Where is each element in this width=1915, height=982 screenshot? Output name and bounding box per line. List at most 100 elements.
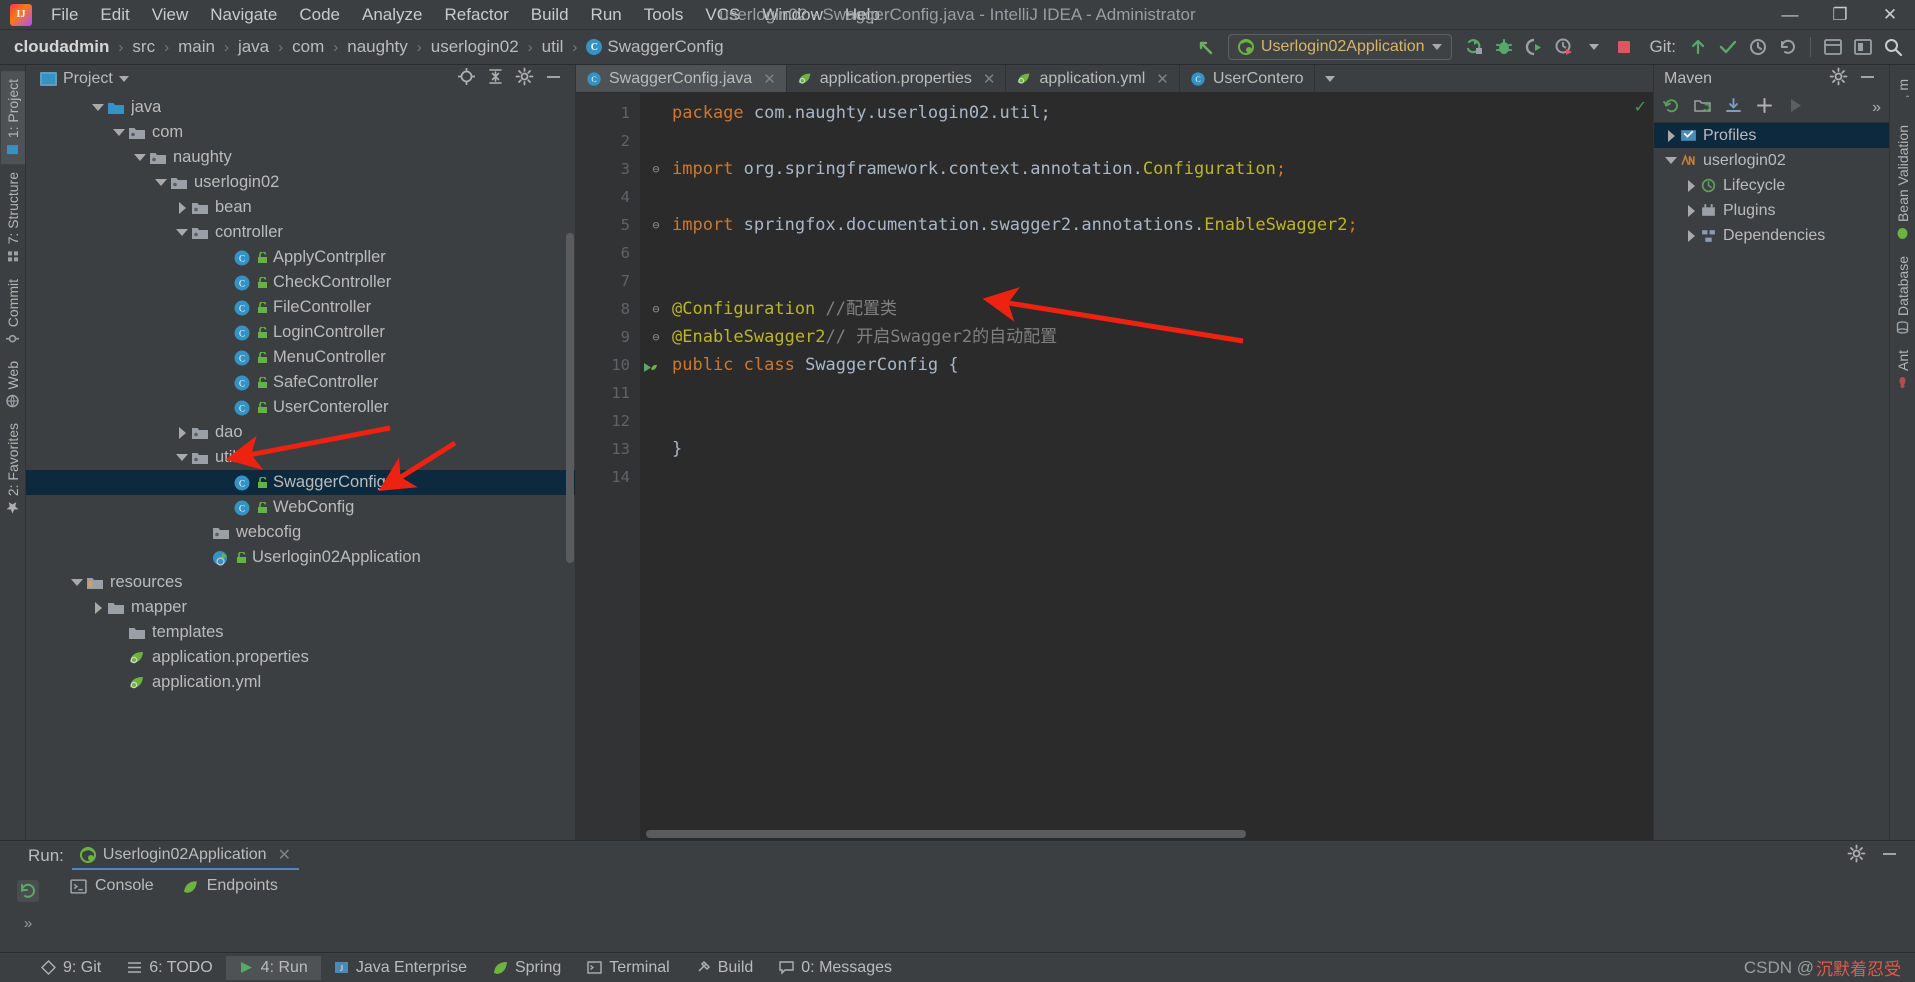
code-folding-icon[interactable]: ⊖ [650, 323, 662, 351]
project-tree[interactable]: java com naughty userlogin02 bean controller C… [26, 93, 575, 840]
breadcrumb-item-swaggerconfig[interactable]: C SwaggerConfig [582, 35, 727, 59]
menu-item-refactor[interactable]: Refactor [433, 1, 519, 29]
gear-icon[interactable] [515, 67, 534, 91]
code-line[interactable] [650, 127, 1653, 155]
code-line[interactable] [650, 407, 1653, 435]
editor-tab-swaggerconfig-java[interactable]: C SwaggerConfig.java ✕ [576, 65, 787, 92]
code-folding-icon[interactable]: ⊖ [650, 295, 662, 323]
profiler-icon[interactable] [1550, 34, 1578, 60]
editor-tab-application-properties[interactable]: application.properties ✕ [787, 65, 1007, 92]
collapse-arrow-icon[interactable] [89, 104, 107, 111]
line-number[interactable]: 13 [576, 435, 640, 463]
collapse-arrow-icon[interactable] [110, 129, 128, 136]
collapse-arrow-icon[interactable] [68, 579, 86, 586]
status-bar-item-9-git[interactable]: 9: Git [28, 956, 114, 980]
line-number[interactable]: 9 [576, 323, 640, 351]
line-number[interactable]: 2 [576, 127, 640, 155]
code-line[interactable]: package com.naughty.userlogin02.util; [650, 99, 1653, 127]
code-line[interactable]: } [650, 435, 1653, 463]
rerun-icon[interactable] [14, 877, 42, 905]
code-line[interactable] [650, 379, 1653, 407]
download-sources-icon[interactable] [1724, 96, 1743, 120]
breadcrumb-item-cloudadmin[interactable]: cloudadmin [10, 35, 113, 59]
inspection-status-indicator[interactable]: ✓ [1634, 97, 1647, 117]
code-line[interactable]: ⊖ @EnableSwagger2// 开启Swagger2的自动配置 [650, 323, 1653, 351]
close-icon[interactable]: ✕ [278, 845, 291, 865]
close-icon[interactable]: ✕ [763, 70, 776, 88]
tree-node-folder[interactable]: webcofig [26, 520, 575, 545]
maven-tree-node-profiles[interactable]: Profiles [1654, 123, 1889, 148]
tree-node-class[interactable]: C CheckController [26, 270, 575, 295]
run-configuration-tab[interactable]: Userlogin02Application ✕ [71, 842, 299, 870]
tree-node-class[interactable]: Userlogin02Application [26, 545, 575, 570]
tree-node-class[interactable]: C LoginController [26, 320, 575, 345]
search-icon[interactable] [1879, 34, 1907, 60]
line-number[interactable]: 12 [576, 407, 640, 435]
collapse-arrow-icon[interactable] [173, 229, 191, 236]
git-update-icon[interactable] [1684, 34, 1712, 60]
editor-code[interactable]: package com.naughty.userlogin02.util; ⊖ im… [640, 93, 1653, 840]
tool-rail-1-project[interactable]: 1: Project [0, 71, 25, 165]
menu-item-edit[interactable]: Edit [89, 1, 140, 29]
minimize-icon[interactable] [1858, 67, 1877, 91]
line-number[interactable]: 11 [576, 379, 640, 407]
expand-more-icon[interactable]: » [1872, 99, 1881, 117]
code-line[interactable]: ⊖ import org.springframework.context.anno… [650, 155, 1653, 183]
code-folding-icon[interactable]: ⊖ [650, 155, 662, 183]
line-number[interactable]: 5 [576, 211, 640, 239]
maven-tree-node-plugins[interactable]: Plugins [1654, 198, 1889, 223]
expand-arrow-icon[interactable] [1662, 129, 1680, 142]
run-subtab-endpoints[interactable]: Endpoints [168, 871, 292, 901]
tree-node-folder[interactable]: bean [26, 195, 575, 220]
tree-node-class[interactable]: C WebConfig [26, 495, 575, 520]
editor-horizontal-scrollbar[interactable] [646, 830, 1246, 838]
tree-node-folder[interactable]: java [26, 95, 575, 120]
close-icon[interactable]: ✕ [1156, 70, 1169, 88]
expand-arrow-icon[interactable] [89, 601, 107, 614]
status-bar-item-6-todo[interactable]: 6: TODO [114, 956, 225, 980]
stop-icon[interactable] [1610, 34, 1638, 60]
menu-item-analyze[interactable]: Analyze [351, 1, 433, 29]
tree-node-folder[interactable]: com [26, 120, 575, 145]
tree-node-class[interactable]: C UserConteroller [26, 395, 575, 420]
run-subtab-console[interactable]: Console [56, 871, 168, 901]
code-editor[interactable]: 1 2 3 4 5 6 7 8 9 10 11 12 13 14 package com.naughty.… [576, 93, 1653, 840]
maven-tree[interactable]: Profiles userlogin02 Lifecycle Plugins Depen… [1654, 123, 1889, 248]
gear-icon[interactable] [1847, 844, 1866, 868]
tool-rail-m[interactable]: mm [1891, 71, 1915, 117]
expand-run-rail-icon[interactable]: » [24, 915, 32, 932]
minimize-button[interactable]: — [1765, 0, 1815, 30]
breadcrumb-item-userlogin02[interactable]: userlogin02 [427, 35, 523, 59]
close-button[interactable]: ✕ [1865, 0, 1915, 30]
breadcrumb-item-util[interactable]: util [538, 35, 568, 59]
run-icon[interactable] [1460, 34, 1488, 60]
menu-item-tools[interactable]: Tools [633, 1, 695, 29]
run-configuration-selector[interactable]: Userlogin02Application [1227, 34, 1452, 60]
maximize-button[interactable]: ❐ [1815, 0, 1865, 30]
line-number[interactable]: 14 [576, 463, 640, 491]
git-commit-icon[interactable] [1714, 34, 1742, 60]
collapse-arrow-icon[interactable] [131, 154, 149, 161]
line-number[interactable]: 3 [576, 155, 640, 183]
tree-node-class[interactable]: C ApplyContrpller [26, 245, 575, 270]
editor-tabs-overflow-icon[interactable] [1315, 65, 1345, 92]
minimize-icon[interactable] [544, 67, 563, 91]
tree-node-folder[interactable]: resources [26, 570, 575, 595]
editor-tab-application-yml[interactable]: application.yml ✕ [1006, 65, 1180, 92]
collapse-arrow-icon[interactable] [1662, 157, 1680, 164]
code-folding-icon[interactable]: ⊖ [650, 211, 662, 239]
git-rollback-icon[interactable] [1774, 34, 1802, 60]
editor-gutter[interactable]: 1 2 3 4 5 6 7 8 9 10 11 12 13 14 [576, 93, 657, 840]
breadcrumb-item-main[interactable]: main [174, 35, 219, 59]
status-bar-item-spring[interactable]: Spring [480, 956, 574, 980]
maven-tree-node-dependencies[interactable]: Dependencies [1654, 223, 1889, 248]
tree-node-folder[interactable]: userlogin02 [26, 170, 575, 195]
line-number[interactable]: 7 [576, 267, 640, 295]
code-line[interactable] [650, 463, 1653, 491]
run-maven-goal-icon[interactable] [1786, 96, 1805, 120]
tool-rail-commit[interactable]: Commit [1, 271, 25, 353]
tree-node-folder[interactable]: mapper [26, 595, 575, 620]
breadcrumb-item-naughty[interactable]: naughty [343, 35, 412, 59]
code-line[interactable] [650, 183, 1653, 211]
expand-arrow-icon[interactable] [1682, 229, 1700, 242]
